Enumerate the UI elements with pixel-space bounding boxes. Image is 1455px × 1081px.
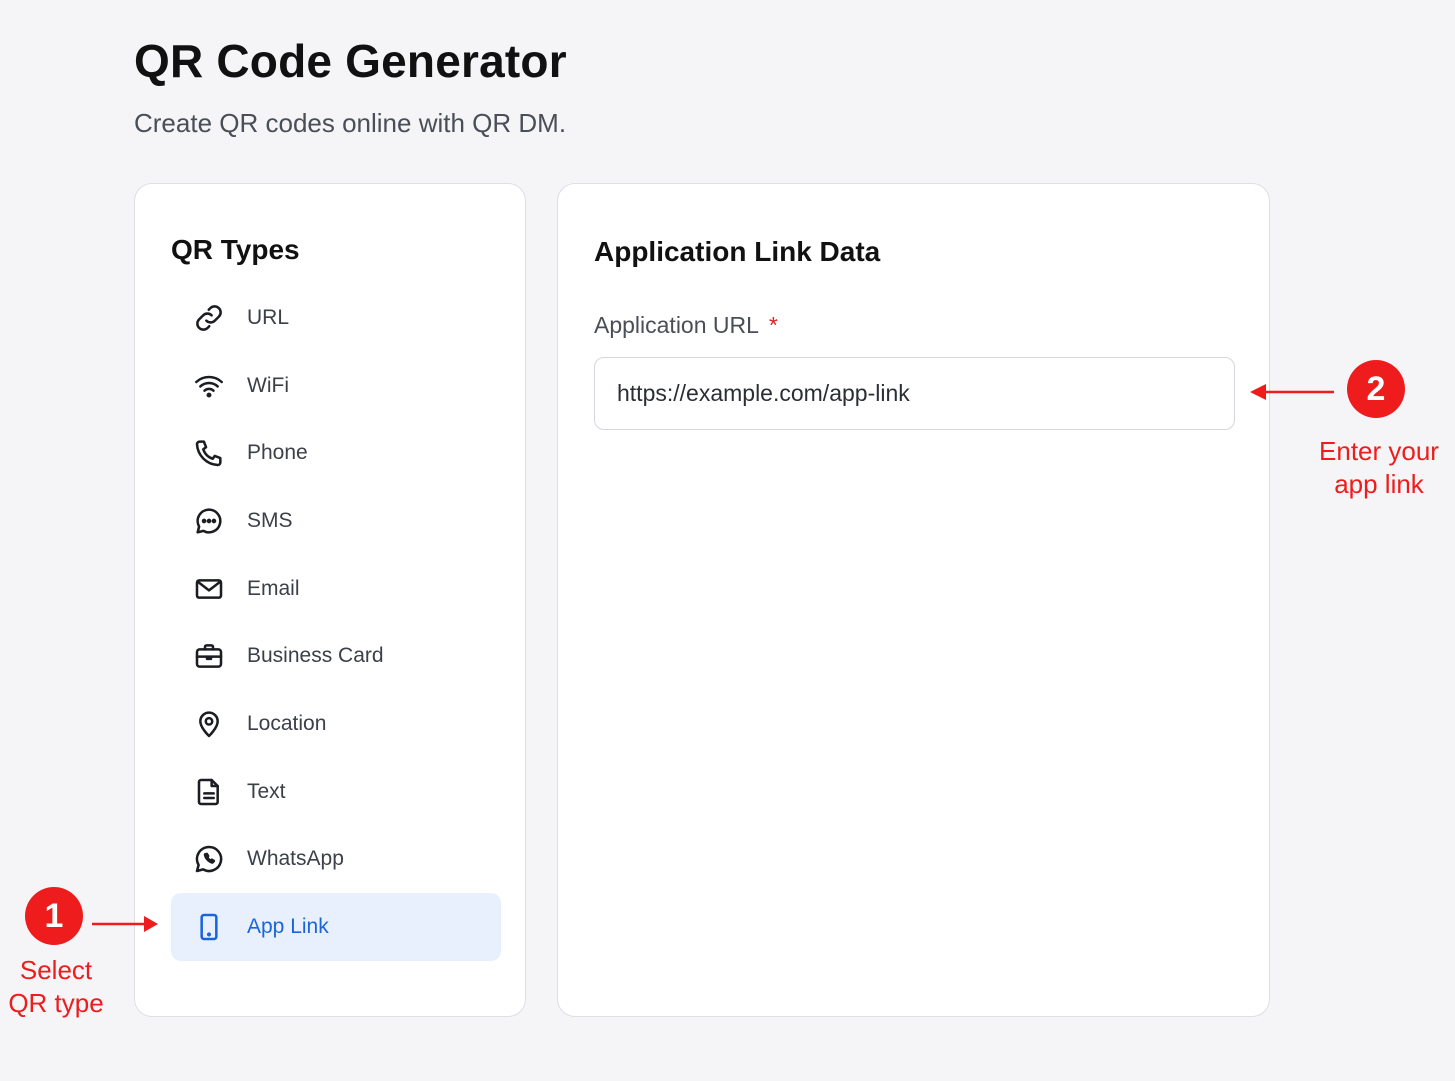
whatsapp-icon: [193, 843, 225, 875]
step-1-badge: 1: [25, 887, 83, 945]
chat-bubble-icon: [193, 505, 225, 537]
qr-type-label: WhatsApp: [247, 847, 344, 871]
qr-type-url[interactable]: URL: [171, 284, 501, 352]
qr-type-label: App Link: [247, 915, 329, 939]
qr-type-label: URL: [247, 305, 290, 329]
envelope-icon: [193, 573, 225, 605]
qr-type-label: WiFi: [247, 373, 289, 397]
qr-types-heading: QR Types: [171, 234, 300, 265]
qr-type-label: Text: [247, 779, 286, 803]
qr-type-location[interactable]: Location: [171, 690, 501, 758]
phone-icon: [193, 437, 225, 469]
qr-type-business-card[interactable]: Business Card: [171, 622, 501, 690]
wifi-icon: [193, 370, 225, 402]
step-2-badge: 2: [1347, 360, 1405, 418]
map-pin-icon: [193, 708, 225, 740]
page-title: QR Code Generator: [134, 35, 567, 87]
qr-type-label: SMS: [247, 508, 293, 532]
qr-type-wifi[interactable]: WiFi: [171, 352, 501, 420]
qr-type-list: URL WiFi Phone SMS Email Business Card L…: [171, 284, 501, 961]
application-url-label-text: Application URL: [594, 312, 759, 338]
qr-type-phone[interactable]: Phone: [171, 419, 501, 487]
qr-type-sms[interactable]: SMS: [171, 487, 501, 555]
step-1-caption-line2: QR type: [8, 988, 104, 1018]
qr-type-text[interactable]: Text: [171, 758, 501, 826]
step-2-caption-line2: app link: [1334, 469, 1424, 499]
step-1-caption-line1: Select: [19, 955, 93, 985]
qr-type-app-link[interactable]: App Link: [171, 893, 501, 961]
application-url-input[interactable]: [594, 357, 1235, 430]
briefcase-icon: [193, 640, 225, 672]
step-1-arrow: [92, 916, 158, 932]
qr-type-email[interactable]: Email: [171, 555, 501, 623]
qr-type-whatsapp[interactable]: WhatsApp: [171, 826, 501, 894]
step-1-caption: Select QR type: [0, 954, 112, 1020]
qr-type-label: Phone: [247, 441, 308, 465]
qr-type-label: Email: [247, 576, 300, 600]
document-icon: [193, 776, 225, 808]
page-subtitle: Create QR codes online with QR DM.: [134, 108, 567, 138]
step-2-caption: Enter your app link: [1310, 435, 1448, 501]
smartphone-icon: [193, 911, 225, 943]
qr-types-panel: QR Types URL WiFi Phone SMS Email Busine…: [134, 183, 526, 1017]
qr-type-label: Business Card: [247, 644, 384, 668]
application-link-panel: Application Link Data Application URL *: [557, 183, 1270, 1017]
application-link-heading: Application Link Data: [594, 236, 881, 267]
required-asterisk: *: [768, 312, 778, 338]
link-icon: [193, 302, 225, 334]
step-2-arrow: [1250, 384, 1334, 400]
application-url-label: Application URL *: [594, 312, 778, 339]
qr-type-label: Location: [247, 711, 327, 735]
step-2-caption-line1: Enter your: [1319, 436, 1439, 466]
